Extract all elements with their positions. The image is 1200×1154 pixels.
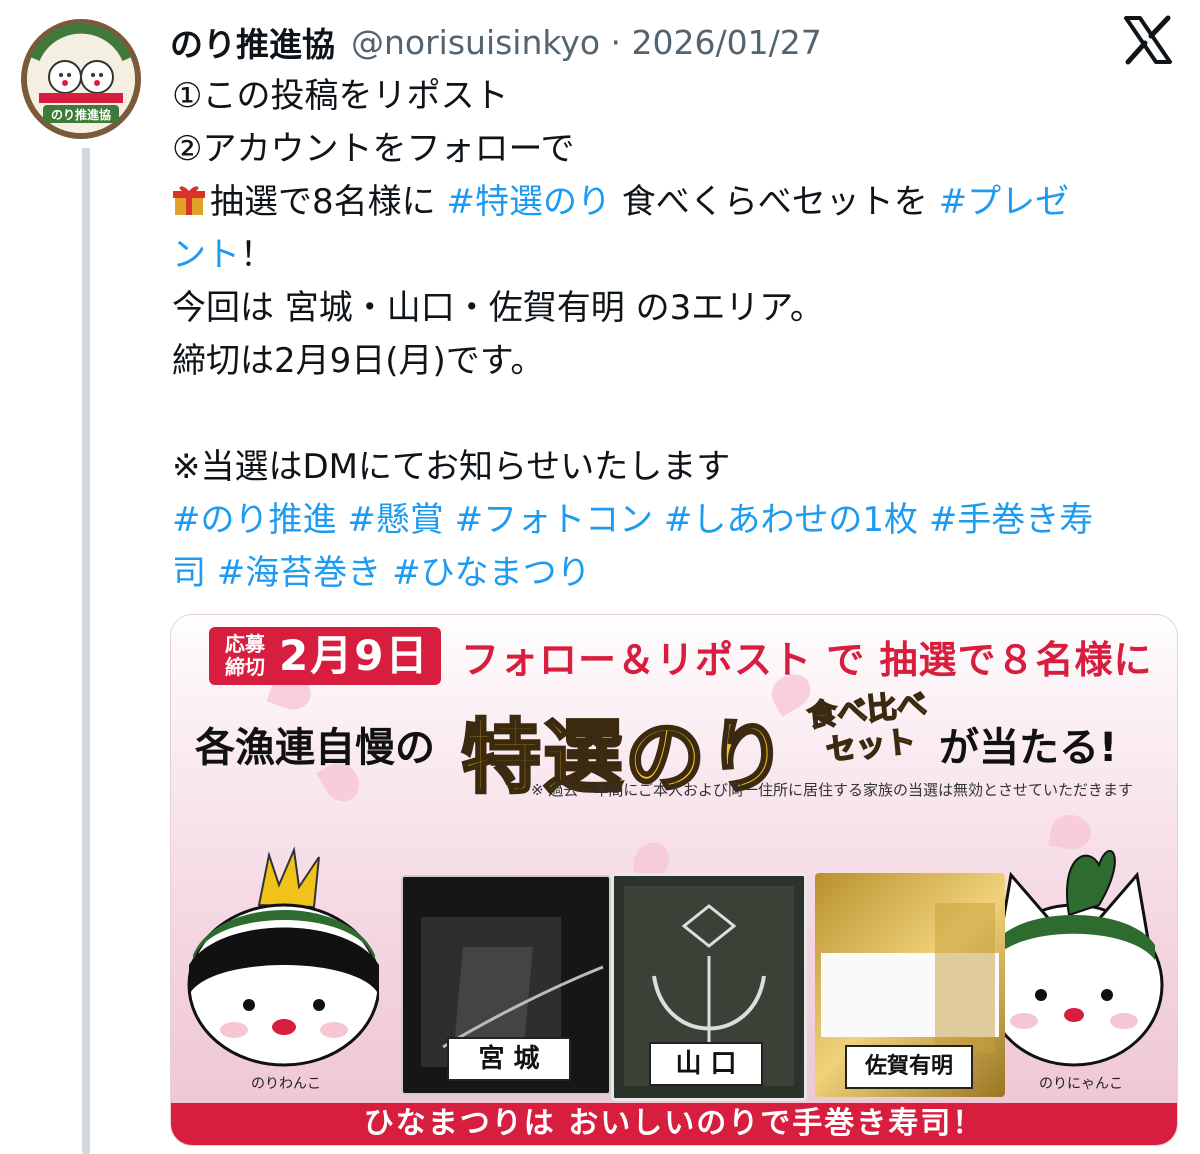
tweet-line-6: 締切は2月9日(月)です。: [172, 341, 545, 381]
package-label-saga-ariake: 佐賀有明: [845, 1045, 973, 1089]
hashtag-link[interactable]: ント: [172, 235, 240, 275]
hashtags-line-1[interactable]: #のり推進 #懸賞 #フォトコン #しあわせの1枚 #手巻き寿: [172, 494, 1182, 547]
package-yamaguchi: 山 口: [611, 873, 807, 1101]
cat-mascot-icon: [984, 850, 1164, 1067]
package-label-miyagi: 宮 城: [447, 1037, 571, 1081]
avatar-mascots-icon: のり推進協: [27, 23, 135, 133]
tweet-line-3: 抽選で8名様に #特選のり 食べくらべセットを #プレゼ: [172, 176, 1182, 229]
author-name[interactable]: のり推進協: [170, 18, 335, 66]
author-avatar[interactable]: のり推進協: [21, 19, 141, 139]
banner-footer: ひなまつりは おいしいのりで手巻き寿司！: [171, 1103, 1177, 1145]
tweet-line-2: ②アカウントをフォローで: [172, 129, 575, 169]
hashtag-link[interactable]: #プレゼ: [939, 182, 1070, 222]
package-label-yamaguchi: 山 口: [649, 1042, 763, 1086]
tweet-text: 抽選で8名様に: [210, 182, 447, 222]
deadline-date: 2月9日: [279, 631, 430, 680]
banner-headline-1: フォロー＆リポスト で 抽選で８名様に: [461, 638, 1153, 682]
thread-line: [82, 148, 90, 1154]
tweet-line-5: 今回は 宮城・山口・佐賀有明 の3エリア。: [172, 288, 824, 328]
dog-mascot-icon: [187, 846, 379, 1067]
banner-headline-2-post: が当たる!: [939, 725, 1118, 771]
tweet-line-1: ①この投稿をリポスト: [172, 76, 509, 116]
campaign-banner-image[interactable]: 応募 締切 2月9日 フォロー＆リポスト で 抽選で８名様に 各漁連自慢の 特選…: [170, 614, 1178, 1146]
tweet-body: ①この投稿をリポスト ②アカウントをフォローで 抽選で8名様に #特選のり 食べ…: [172, 70, 1182, 600]
tweet-text: ！: [240, 235, 274, 275]
x-logo-icon[interactable]: [1122, 14, 1174, 66]
deadline-badge: 応募 締切 2月9日: [209, 627, 441, 685]
gift-icon: [173, 186, 205, 215]
hashtag-link[interactable]: #特選のり: [446, 182, 611, 222]
deadline-label: 応募 締切: [225, 632, 265, 679]
banner-headline-2-pre: 各漁連自慢の: [195, 725, 435, 771]
cat-mascot-label: のりにゃんこ: [1039, 1076, 1123, 1092]
tweet-line-4: ント！: [172, 229, 1182, 282]
banner-note: ※ 過去一年間にご本人および同一住所に居住する家族の当選は無効とさせていただきま…: [531, 781, 1134, 799]
package-saga-ariake: 佐賀有明: [815, 873, 1005, 1097]
banner-headline-set: 食べ比べ セット: [805, 686, 930, 769]
author-handle-and-date[interactable]: @norisuisinkyo · 2026/01/27: [351, 23, 822, 62]
avatar-text: のり推進協: [51, 107, 111, 122]
package-miyagi: 宮 城: [401, 875, 611, 1095]
tweet-line-7: ※当選はDMにてお知らせいたします: [172, 447, 731, 487]
tweet-text: 食べくらべセットを: [610, 182, 939, 222]
tweet-header: のり推進協 @norisuisinkyo · 2026/01/27: [170, 18, 822, 66]
hashtags-line-2[interactable]: 司 #海苔巻き #ひなまつり: [172, 547, 1182, 600]
dog-mascot-label: のりわんこ: [251, 1076, 321, 1092]
